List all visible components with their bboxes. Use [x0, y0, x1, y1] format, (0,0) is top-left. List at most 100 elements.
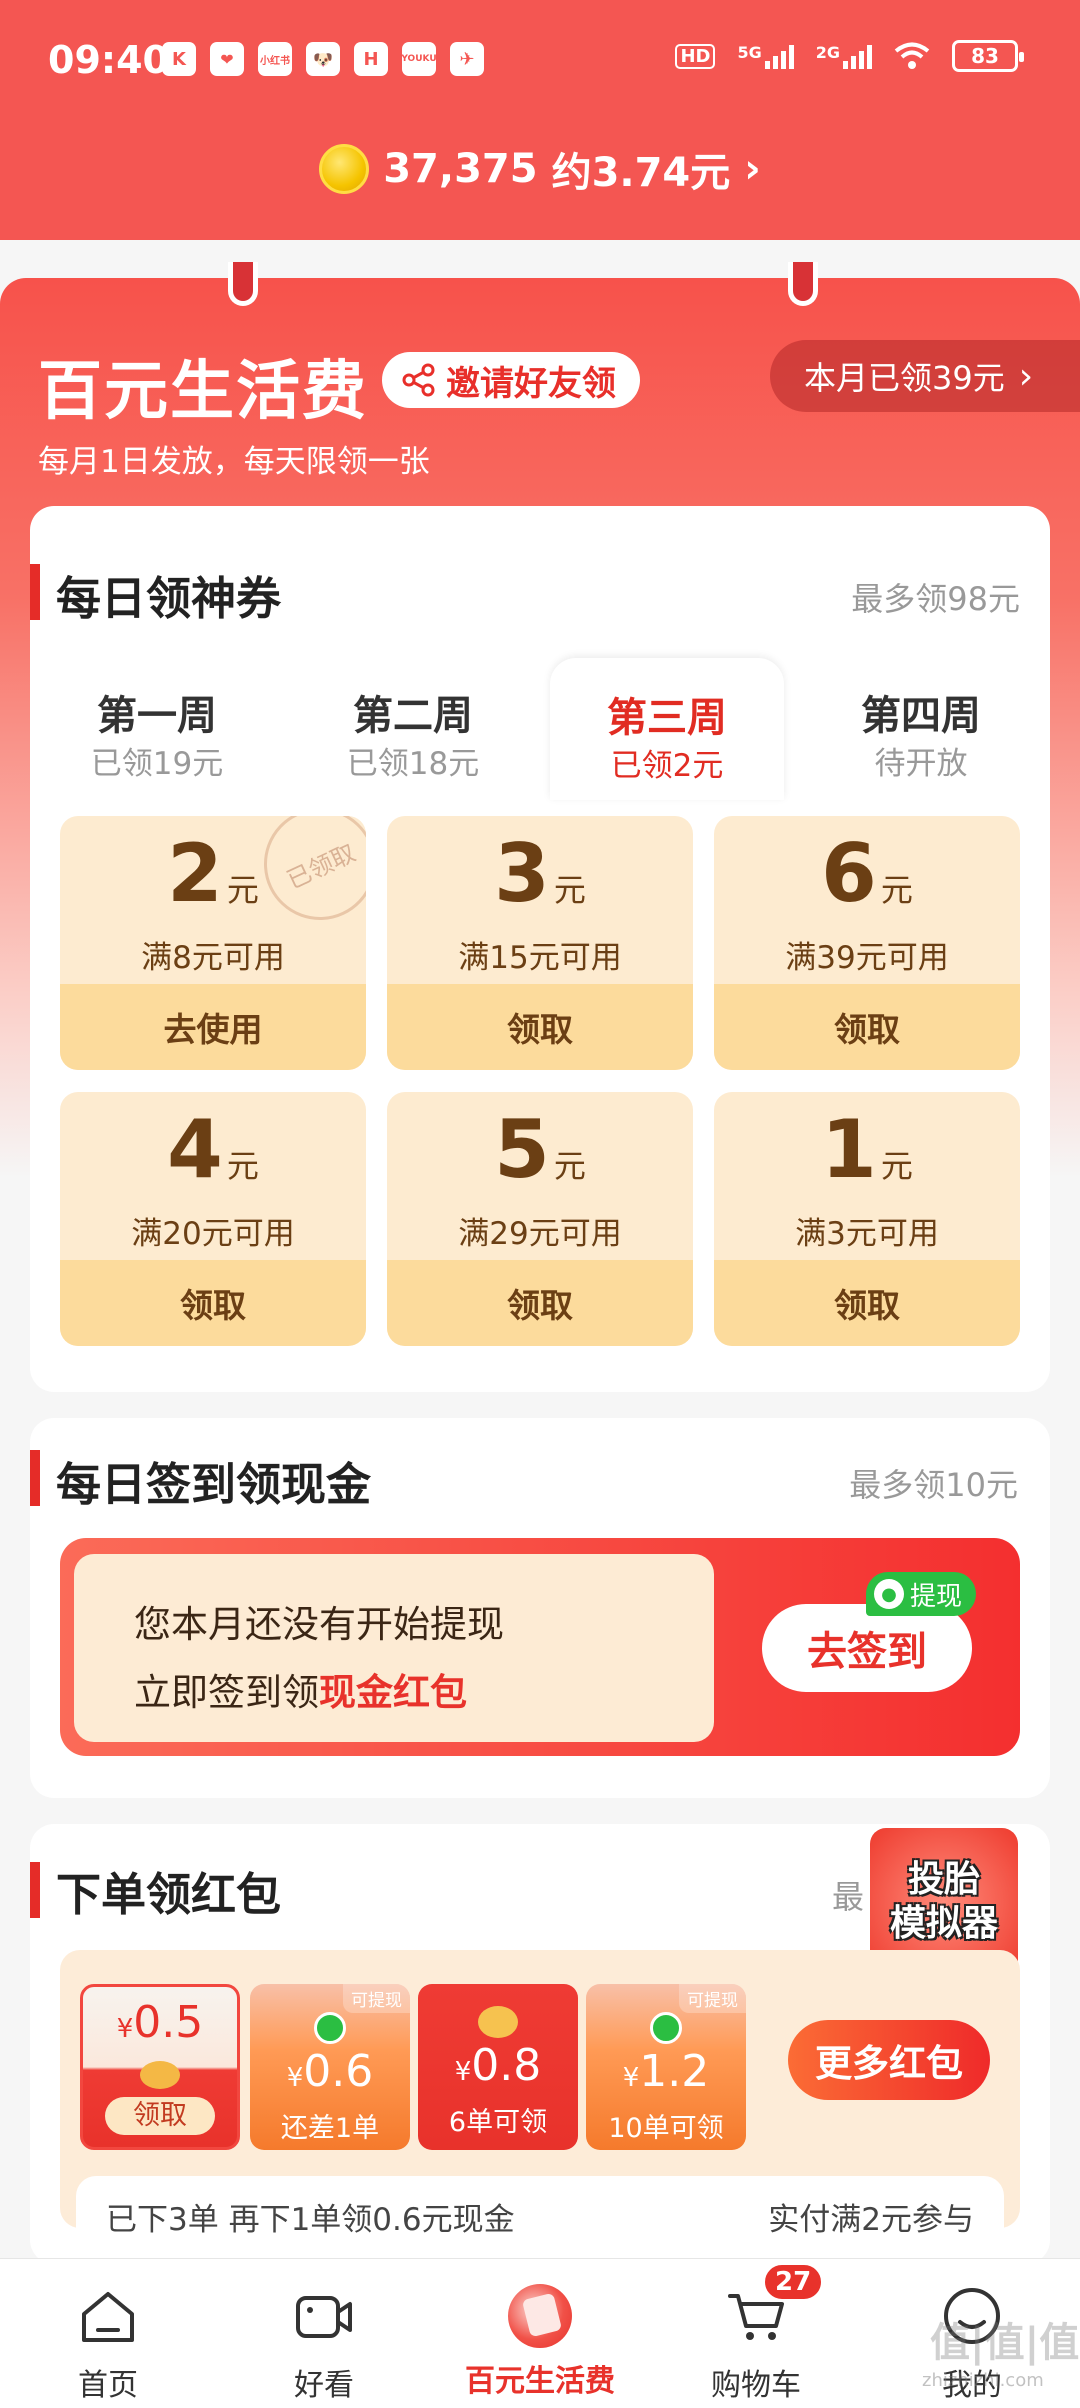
red-packet[interactable]: 可提现 ¥1.2 10单可领: [586, 1984, 746, 2150]
week-status: 已领18元: [346, 746, 480, 782]
wifi-icon: [894, 42, 930, 69]
coupon-unit: 元: [880, 871, 913, 909]
notification-icons: K ❤ 小红书 🐶 H YOUKU ✈: [162, 42, 484, 76]
claim-coupon-button[interactable]: 领取: [60, 1260, 366, 1346]
packet-amount: 1.2: [639, 2046, 710, 2097]
tab-week-2[interactable]: 第二周 已领18元: [296, 690, 530, 800]
coupon-unit: 元: [880, 1147, 913, 1185]
coupon-condition: 满39元可用: [785, 940, 949, 976]
coupon-condition: 满15元可用: [458, 940, 622, 976]
chevron-right-icon: ›: [744, 146, 761, 192]
coupon-card: 5元 满29元可用 领取: [387, 1092, 693, 1346]
withdrawable-tag: 可提现: [343, 1984, 410, 2013]
cart-count-badge: 27: [762, 2262, 825, 2302]
week-name: 第三周: [607, 695, 727, 741]
claim-coupon-button[interactable]: 领取: [387, 984, 693, 1070]
packet-claim-button[interactable]: 领取: [105, 2097, 215, 2135]
tab-week-4[interactable]: 第四周 待开放: [804, 690, 1038, 800]
coupon-amount: 3: [494, 827, 550, 920]
coupon-card: 6元 满39元可用 领取: [714, 816, 1020, 1070]
week-status: 已领2元: [610, 748, 724, 784]
sign-in-max: 最多领10元: [849, 1466, 1018, 1504]
battery-icon: 83: [952, 40, 1024, 72]
net-5g-label: 5G: [737, 43, 762, 62]
coupon-condition: 满8元可用: [141, 940, 285, 976]
section-marker: [30, 1450, 40, 1506]
sign-in-line1: 您本月还没有开始提现: [134, 1603, 504, 1646]
packet-amount: 0.5: [133, 1997, 204, 2048]
invite-label: 邀请好友领: [446, 363, 616, 404]
game-line2: 模拟器: [889, 1903, 998, 1944]
app-dog-icon: 🐶: [306, 42, 340, 76]
video-icon: [296, 2296, 352, 2338]
coupon-card: 2元 满8元可用 已领取 去使用: [60, 816, 366, 1070]
wechat-icon: [650, 2012, 682, 2044]
month-received-button[interactable]: 本月已领39元 ›: [770, 340, 1080, 412]
coupon-card: 1元 满3元可用 领取: [714, 1092, 1020, 1346]
invite-friends-button[interactable]: 邀请好友领: [382, 352, 640, 408]
coupon-unit: 元: [553, 871, 586, 909]
nav-label: 好看: [294, 2368, 354, 2403]
order-progress-strip: 已下3单 再下1单领0.6元现金 实付满2元参与: [76, 2176, 1004, 2238]
nav-label: 购物车: [711, 2368, 801, 2403]
red-packet-icon: [508, 2284, 572, 2348]
coupon-condition: 满3元可用: [795, 1216, 939, 1252]
coupon-condition: 满29元可用: [458, 1216, 622, 1252]
order-packets-title: 下单领红包: [56, 1868, 282, 1921]
ticket-shape: [521, 2292, 563, 2338]
sign-in-title: 每日签到领现金: [56, 1458, 372, 1511]
order-packets-max: 最: [832, 1878, 865, 1916]
week-name: 第一周: [97, 693, 217, 739]
signal-5g-icon: 5G: [737, 43, 794, 69]
system-status: HD 5G 2G 83: [675, 40, 1024, 72]
banner-title: 百元生活费: [38, 355, 368, 429]
nav-watch[interactable]: 好看: [216, 2272, 432, 2404]
sign-in-line2: 立即签到领现金红包: [134, 1662, 467, 1716]
game-line1: 投胎: [907, 1859, 980, 1900]
claim-coupon-button[interactable]: 领取: [714, 984, 1020, 1070]
claim-coupon-button[interactable]: 领取: [387, 1260, 693, 1346]
coin-balance-link[interactable]: 37,375 约3.74元 ›: [0, 140, 1080, 198]
nav-label: 首页: [78, 2368, 138, 2403]
packet-status: 6单可领: [448, 2107, 548, 2138]
battery-level: 83: [971, 44, 999, 68]
go-sign-in-button[interactable]: 去签到: [762, 1604, 972, 1692]
nav-living-allowance[interactable]: 百元生活费: [432, 2272, 648, 2400]
order-progress-text: 已下3单 再下1单领0.6元现金: [106, 2202, 515, 2238]
coupon-amount: 5: [494, 1103, 550, 1196]
packet-coin-icon: [140, 2061, 180, 2089]
packet-amount: 0.8: [471, 2040, 542, 2091]
withdraw-label: 提现: [910, 1581, 963, 1612]
section-marker: [30, 1862, 40, 1918]
share-icon: [402, 363, 435, 397]
packet-coin-icon: [478, 2006, 518, 2038]
status-bar: 09:40 K ❤ 小红书 🐶 H YOUKU ✈ HD 5G 2G 83: [0, 0, 1080, 120]
claim-coupon-button[interactable]: 领取: [714, 1260, 1020, 1346]
cash-packet-highlight: 现金红包: [319, 1671, 467, 1714]
home-icon: [82, 2292, 134, 2342]
use-coupon-button[interactable]: 去使用: [60, 984, 366, 1070]
hanger-left: [228, 262, 258, 306]
daily-coupons-max: 最多领98元: [851, 580, 1020, 618]
currency: ¥: [622, 2063, 640, 2093]
currency: ¥: [116, 2014, 134, 2044]
packet-status: 10单可领: [608, 2113, 724, 2144]
sign-in-line2-prefix: 立即签到领: [134, 1671, 319, 1714]
coupon-unit: 元: [226, 1147, 259, 1185]
app-heart-icon: ❤: [210, 42, 244, 76]
tab-week-1[interactable]: 第一周 已领19元: [40, 690, 274, 800]
gold-coin-icon: [319, 144, 370, 194]
more-red-packets-button[interactable]: 更多红包: [788, 2020, 990, 2100]
nav-label: 百元生活费: [465, 2364, 615, 2399]
currency: ¥: [454, 2057, 472, 2087]
red-packet[interactable]: 可提现 ¥0.6 还差1单: [250, 1984, 410, 2150]
nav-home[interactable]: 首页: [0, 2272, 216, 2404]
red-packet[interactable]: ¥0.8 6单可领: [418, 1984, 578, 2150]
currency: ¥: [286, 2063, 304, 2093]
nav-cart[interactable]: 购物车: [648, 2272, 864, 2404]
tab-week-3[interactable]: 第三周 已领2元: [550, 658, 784, 800]
order-min-text: 实付满2元参与: [768, 2202, 974, 2238]
coupon-card: 3元 满15元可用 领取: [387, 816, 693, 1070]
app-telegram-icon: ✈: [450, 42, 484, 76]
red-packet[interactable]: ¥0.5 领取: [80, 1984, 240, 2150]
